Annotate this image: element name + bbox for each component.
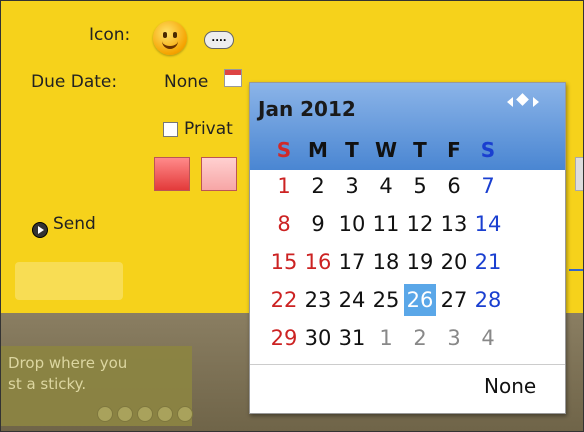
- weekday-label: S: [276, 138, 292, 162]
- calendar-day[interactable]: 16: [302, 246, 334, 278]
- weekday-label: M: [308, 138, 328, 162]
- month-title: Jan 2012: [258, 97, 356, 121]
- sticky-editor-window: Icon: .... Due Date: None Privat Send Dr…: [0, 0, 584, 432]
- calendar-day[interactable]: 1: [370, 322, 402, 354]
- date-picker-popup: Jan 2012 None S M T W T F S 1 2 3 4 5 6 7 8 9 10 11 12 13 14…: [249, 82, 566, 414]
- calendar-day[interactable]: 7: [472, 170, 504, 202]
- calendar-day[interactable]: 9: [302, 208, 334, 240]
- calendar-day[interactable]: 12: [404, 208, 436, 240]
- calendar-day[interactable]: 10: [336, 208, 368, 240]
- calendar-day[interactable]: 19: [404, 246, 436, 278]
- calendar-day[interactable]: 25: [370, 284, 402, 316]
- calendar-day[interactable]: 2: [404, 322, 436, 354]
- calendar-day[interactable]: 30: [302, 322, 334, 354]
- calendar-day[interactable]: 2: [302, 170, 334, 202]
- calendar-day[interactable]: 1: [268, 170, 300, 202]
- send-link[interactable]: Send: [53, 214, 96, 234]
- nav-prev-icon[interactable]: [507, 97, 513, 107]
- calendar-day[interactable]: 24: [336, 284, 368, 316]
- calendar-day[interactable]: 17: [336, 246, 368, 278]
- note-dots: [97, 406, 193, 422]
- calendar-divider: [250, 364, 565, 365]
- calendar-day[interactable]: 8: [268, 208, 300, 240]
- due-date-label: Due Date:: [31, 72, 118, 92]
- calendar-day[interactable]: 18: [370, 246, 402, 278]
- drop-note-line: Drop where you: [8, 354, 128, 372]
- calendar-day[interactable]: 28: [472, 284, 504, 316]
- calendar-day[interactable]: 4: [472, 322, 504, 354]
- drop-note-line: st a sticky.: [8, 375, 87, 393]
- calendar-day[interactable]: 3: [438, 322, 470, 354]
- calendar-day[interactable]: 22: [268, 284, 300, 316]
- calendar-day[interactable]: 6: [438, 170, 470, 202]
- calendar-day[interactable]: 23: [302, 284, 334, 316]
- calendar-day[interactable]: 21: [472, 246, 504, 278]
- private-label: Privat: [184, 119, 233, 139]
- edge-button[interactable]: [575, 157, 583, 191]
- edge-link[interactable]: [569, 269, 583, 271]
- weekday-label: T: [345, 138, 359, 162]
- calendar-day[interactable]: 27: [438, 284, 470, 316]
- icon-label: Icon:: [89, 25, 131, 45]
- calendar-day[interactable]: 20: [438, 246, 470, 278]
- due-date-value[interactable]: None: [164, 72, 208, 92]
- nav-today-icon[interactable]: [516, 93, 529, 106]
- calendar-day[interactable]: 26: [404, 284, 436, 316]
- dot-icon: [177, 406, 193, 422]
- calendar-day[interactable]: 11: [370, 208, 402, 240]
- calendar-day[interactable]: 31: [336, 322, 368, 354]
- dot-icon: [97, 406, 113, 422]
- calendar-day[interactable]: 5: [404, 170, 436, 202]
- drop-note-text: Drop where you st a sticky.: [8, 353, 127, 395]
- calendar-icon[interactable]: [224, 69, 242, 87]
- dot-icon: [157, 406, 173, 422]
- dot-icon: [117, 406, 133, 422]
- calendar-day[interactable]: 29: [268, 322, 300, 354]
- none-button[interactable]: None: [484, 374, 536, 398]
- weekday-label: W: [374, 138, 398, 162]
- weekday-label: S: [480, 138, 496, 162]
- calendar-day[interactable]: 4: [370, 170, 402, 202]
- weekday-label: F: [447, 138, 461, 162]
- color-swatch-pink[interactable]: [201, 157, 237, 191]
- private-checkbox[interactable]: [163, 122, 178, 137]
- nav-next-icon[interactable]: [533, 97, 539, 107]
- calendar-day[interactable]: 15: [268, 246, 300, 278]
- calendar-day[interactable]: 13: [438, 208, 470, 240]
- lino-logo: [15, 262, 123, 300]
- dot-icon: [137, 406, 153, 422]
- smiley-mouth: [162, 38, 178, 49]
- calendar-day[interactable]: 3: [336, 170, 368, 202]
- send-icon[interactable]: [32, 222, 48, 238]
- color-swatch-red[interactable]: [154, 157, 190, 191]
- more-icons-button[interactable]: ....: [204, 31, 234, 49]
- weekday-label: T: [413, 138, 427, 162]
- calendar-day[interactable]: 14: [472, 208, 504, 240]
- smiley-icon[interactable]: [153, 21, 187, 55]
